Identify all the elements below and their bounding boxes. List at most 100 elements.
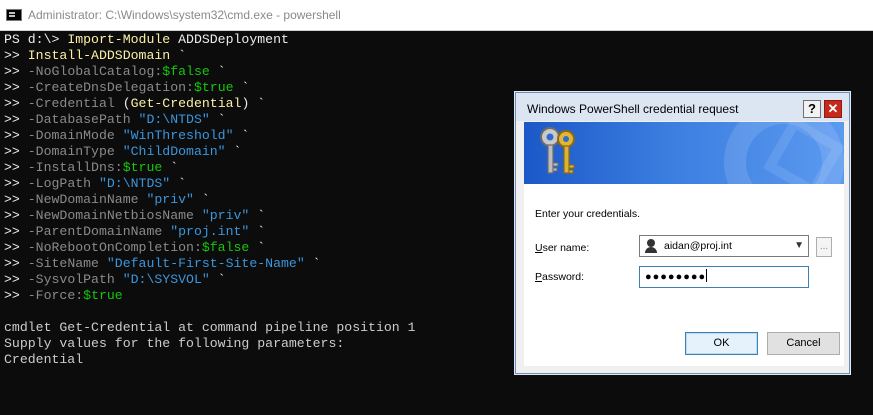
console-token: "Default-First-Site-Name": [106, 256, 305, 271]
console-token: >>: [4, 176, 28, 191]
help-button[interactable]: ?: [803, 100, 821, 118]
console-token: -DatabasePath: [27, 112, 139, 127]
console-token: >>: [4, 240, 28, 255]
console-token: (: [122, 96, 131, 111]
window-title: Administrator: C:\Windows\system32\cmd.e…: [28, 8, 341, 22]
username-label-accel: U: [535, 242, 543, 254]
console-token: $true: [193, 80, 234, 95]
console-token: `: [209, 64, 226, 79]
console-token: ) `: [241, 96, 266, 111]
console-token: -Force:: [27, 288, 84, 303]
dialog-body: Enter your credentials. User name: aidan…: [524, 184, 844, 366]
console-token: -InstallDns:: [27, 160, 123, 175]
console-token: >>: [4, 272, 28, 287]
console-token: >>: [4, 48, 28, 63]
console-token: -SiteName: [27, 256, 107, 271]
console-token: $false: [162, 64, 210, 79]
console-token: `: [249, 240, 266, 255]
username-combobox[interactable]: aidan@proj.int ▼: [639, 235, 809, 257]
console-token: $true: [122, 160, 163, 175]
console-token: -CreateDnsDelegation:: [27, 80, 194, 95]
console-token: "priv": [146, 192, 194, 207]
cancel-button[interactable]: Cancel: [767, 332, 840, 355]
password-label-rest: assword:: [542, 271, 585, 283]
console-token: "D:\NTDS": [98, 176, 171, 191]
console-token: >>: [4, 224, 28, 239]
console-token: `: [249, 208, 266, 223]
text-caret: [706, 269, 708, 282]
chevron-down-icon[interactable]: ▼: [794, 240, 804, 251]
console-token: -Credential: [27, 96, 123, 111]
console-token: ADDSDeployment: [170, 32, 289, 47]
console-token: -DomainMode: [27, 128, 123, 143]
console-token: $false: [201, 240, 250, 255]
console-token: -DomainType: [27, 144, 123, 159]
console-token: "D:\NTDS": [138, 112, 210, 127]
ok-button[interactable]: OK: [685, 332, 758, 355]
console-token: PS d:\>: [4, 32, 68, 47]
username-label-rest: ser name:: [542, 242, 590, 254]
dialog-title-bar[interactable]: Windows PowerShell credential request ? …: [516, 93, 849, 121]
console-token: `: [209, 272, 226, 287]
browse-button[interactable]: ...: [816, 237, 832, 257]
password-label-accel: P: [535, 271, 543, 283]
console-token: -NoGlobalCatalog:: [27, 64, 163, 79]
console-token: `: [304, 256, 321, 271]
console-token: -NewDomainName: [27, 192, 147, 207]
console-line: PS d:\> Import-Module ADDSDeployment: [4, 32, 873, 48]
console-token: Import-Module: [67, 32, 171, 47]
close-button[interactable]: ✕: [824, 100, 842, 118]
console-token: -NoRebootOnCompletion:: [27, 240, 202, 255]
username-value: aidan@proj.int: [664, 240, 732, 252]
console-title-bar: Administrator: C:\Windows\system32\cmd.e…: [0, 0, 873, 31]
console-token: `: [225, 144, 242, 159]
console-token: Credential: [4, 352, 84, 367]
console-token: >>: [4, 288, 28, 303]
password-mask: ●●●●●●●●: [645, 271, 707, 283]
console-token: `: [193, 192, 210, 207]
console-token: -NewDomainNetbiosName: [27, 208, 202, 223]
console-token: >>: [4, 112, 28, 127]
console-token: `: [170, 48, 187, 63]
console-token: >>: [4, 208, 28, 223]
console-token: `: [162, 160, 179, 175]
credential-dialog: Windows PowerShell credential request ? …: [515, 92, 850, 374]
console-token: Install-ADDSDomain: [27, 48, 171, 63]
console-token: $true: [83, 288, 123, 303]
console-token: `: [209, 112, 226, 127]
console-token: -ParentDomainName: [27, 224, 171, 239]
console-token: Get-Credential: [130, 96, 242, 111]
console-token: -SysvolPath: [27, 272, 123, 287]
dialog-banner: [524, 122, 844, 184]
console-token: >>: [4, 192, 28, 207]
console-token: "D:\SYSVOL": [122, 272, 210, 287]
console-token: `: [233, 80, 250, 95]
username-label: User name:: [535, 242, 589, 254]
cmd-app-icon: [6, 9, 22, 21]
console-token: `: [170, 176, 187, 191]
console-token: >>: [4, 144, 28, 159]
console-token: >>: [4, 160, 28, 175]
keys-icon: [540, 127, 575, 174]
user-icon: [644, 239, 658, 253]
console-token: >>: [4, 64, 28, 79]
console-token: >>: [4, 128, 28, 143]
console-token: "WinThreshold": [122, 128, 234, 143]
console-token: >>: [4, 256, 28, 271]
console-token: "priv": [201, 208, 250, 223]
console-token: `: [249, 224, 266, 239]
console-token: Supply values for the following paramete…: [4, 336, 345, 351]
console-token: "ChildDomain": [122, 144, 226, 159]
password-field[interactable]: ●●●●●●●●: [639, 266, 809, 288]
prompt-text: Enter your credentials.: [535, 208, 641, 220]
console-token: >>: [4, 96, 28, 111]
console-token: cmdlet Get-Credential at command pipelin…: [4, 320, 416, 335]
dialog-title: Windows PowerShell credential request: [527, 102, 739, 116]
console-token: `: [233, 128, 250, 143]
console-token: >>: [4, 80, 28, 95]
console-token: "proj.int": [170, 224, 250, 239]
password-label: Password:: [535, 271, 584, 283]
console-token: -LogPath: [27, 176, 99, 191]
console-line: >> -NoGlobalCatalog:$false `: [4, 64, 873, 80]
console-line: >> Install-ADDSDomain `: [4, 48, 873, 64]
